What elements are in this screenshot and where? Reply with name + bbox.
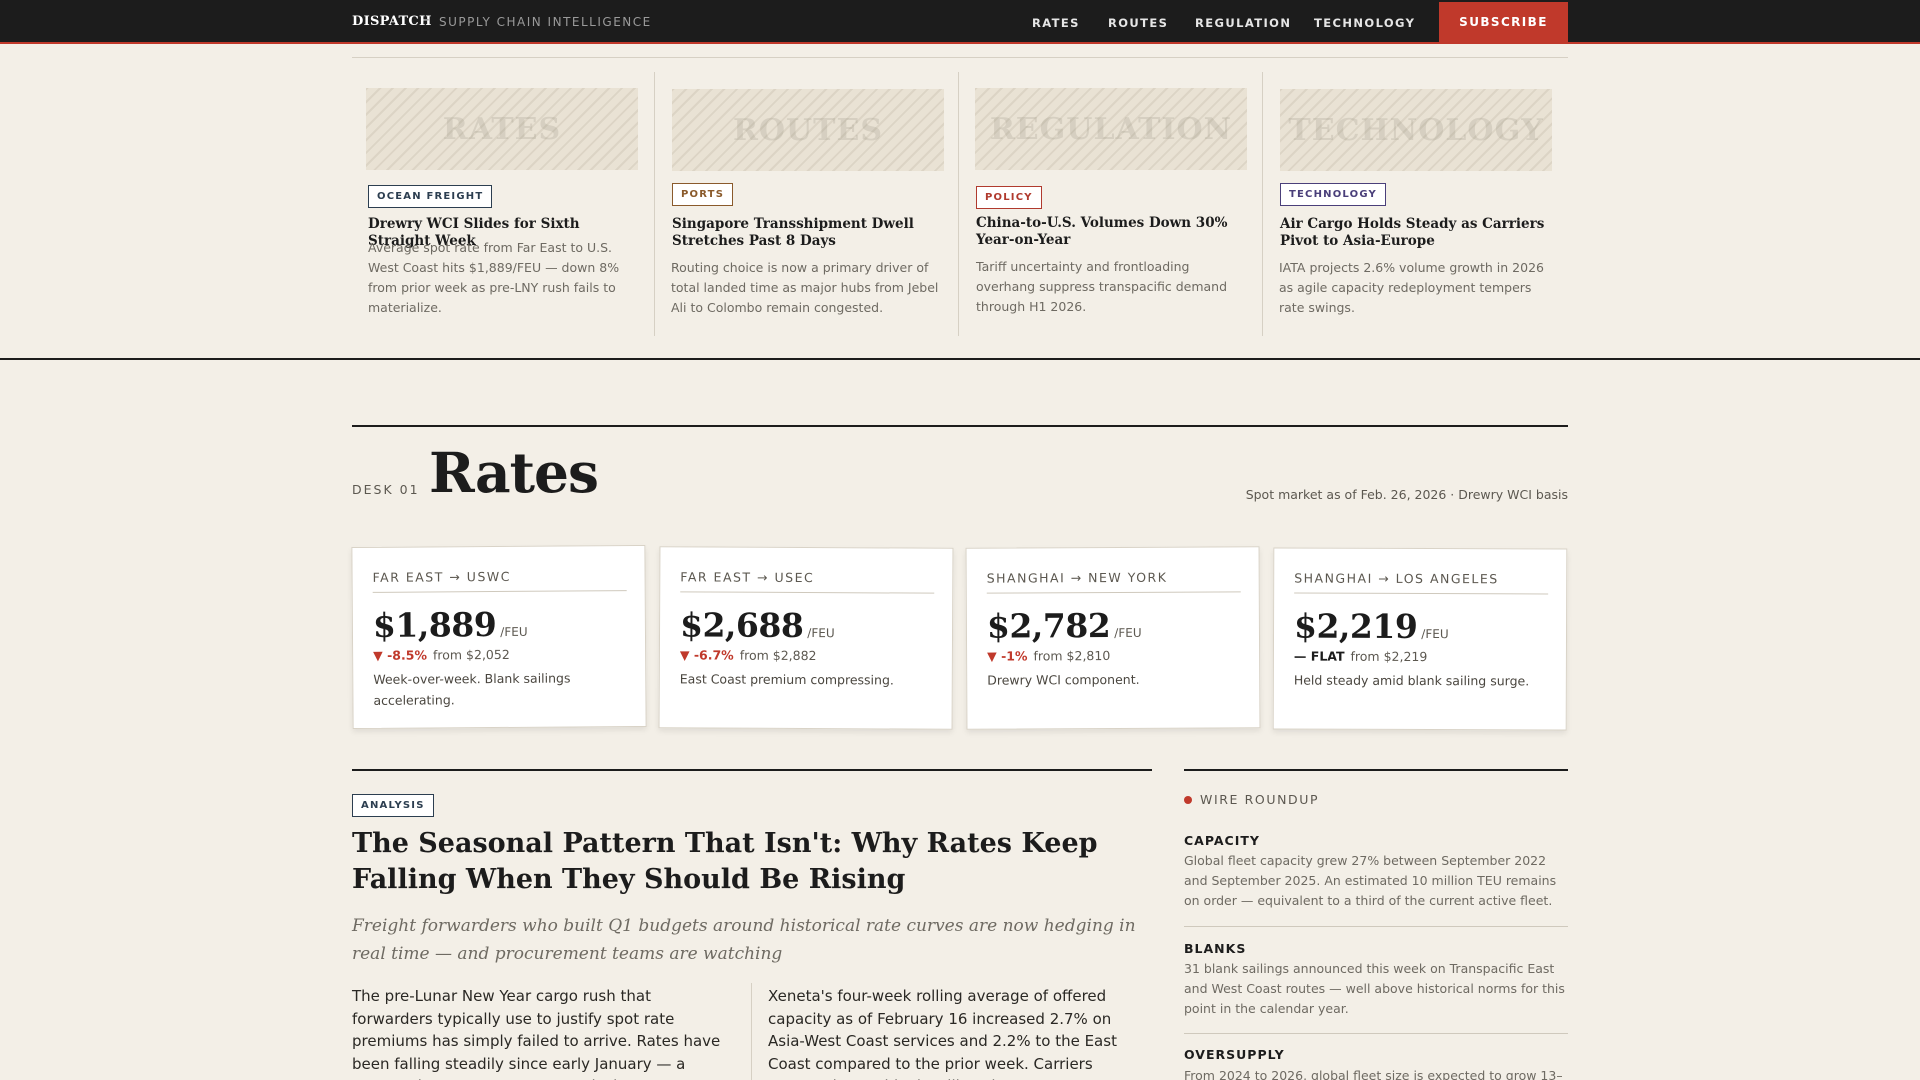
rate-change: ▼ -6.7% from $2,882 xyxy=(680,647,817,663)
rate-previous: from $2,810 xyxy=(1033,648,1111,664)
rate-card[interactable]: SHANGHAI → LOS ANGELES $2,219/FEU — FLAT… xyxy=(1272,547,1568,731)
wire-item-text: 31 blank sailings announced this week on… xyxy=(1184,961,1565,1016)
wire-item-text: From 2024 to 2026, global fleet size is … xyxy=(1184,1068,1563,1080)
wire-top-rule xyxy=(1184,769,1568,771)
wire-heading-label: WIRE ROUNDUP xyxy=(1200,792,1320,807)
rate-price-value: $1,889 xyxy=(372,605,497,645)
rate-price: $2,688/FEU xyxy=(680,605,835,645)
rate-delta: — FLAT xyxy=(1293,648,1345,664)
thumbnail-label: REGULATION xyxy=(989,111,1233,147)
rate-change: ▼ -1% from $2,810 xyxy=(987,648,1110,664)
brand-separator: · xyxy=(426,13,430,27)
rate-note: Week-over-week. Blank sailings accelerat… xyxy=(373,670,571,708)
rate-card[interactable]: FAR EAST → USWC $1,889/FEU ▼ -8.5% from $… xyxy=(351,544,647,730)
strip-top-rule xyxy=(352,57,1568,58)
rate-unit: /FEU xyxy=(807,626,835,641)
rate-delta: ▼ -8.5% xyxy=(373,647,428,663)
analysis-top-rule xyxy=(352,769,1152,771)
rate-previous: from $2,052 xyxy=(432,646,510,663)
story-summary: Routing choice is now a primary driver o… xyxy=(671,260,939,315)
desk-meta: Spot market as of Feb. 26, 2026 · Drewry… xyxy=(1245,487,1568,502)
thumbnail-regulation[interactable]: REGULATION xyxy=(975,88,1247,170)
rate-previous: from $2,882 xyxy=(739,647,817,664)
rate-note: Held steady amid blank sailing surge. xyxy=(1293,672,1530,689)
rate-route: FAR EAST → USWC xyxy=(372,568,512,585)
subscribe-button[interactable]: SUBSCRIBE xyxy=(1439,2,1568,42)
article-body-column-2: Xeneta's four-week rolling average of of… xyxy=(768,987,1117,1080)
analysis-tag[interactable]: ANALYSIS xyxy=(352,794,434,817)
rate-note: East Coast premium compressing. xyxy=(679,671,894,688)
thumbnail-technology[interactable]: TECHNOLOGY xyxy=(1280,89,1552,171)
rate-rule xyxy=(680,591,935,594)
thumbnail-label: RATES xyxy=(442,111,562,147)
analysis-dek: Freight forwarders who built Q1 budgets … xyxy=(352,916,1136,964)
rate-previous: from $2,219 xyxy=(1350,648,1428,665)
wire-item-title[interactable]: BLANKS xyxy=(1184,941,1246,956)
story-summary: Average spot rate from Far East to U.S. … xyxy=(368,240,620,315)
rate-route: FAR EAST → USEC xyxy=(680,569,815,586)
rate-route: SHANGHAI → NEW YORK xyxy=(986,569,1168,586)
rate-unit: /FEU xyxy=(500,624,528,639)
story-summary: IATA projects 2.6% volume growth in 2026… xyxy=(1279,260,1544,315)
rate-rule xyxy=(372,590,627,593)
desk-label: DESK 01 xyxy=(352,482,420,497)
thumbnail-label: TECHNOLOGY xyxy=(1288,112,1544,148)
wire-item-text: Global fleet capacity grew 27% between S… xyxy=(1184,853,1557,908)
rate-rule xyxy=(1294,592,1549,595)
rate-card[interactable]: SHANGHAI → NEW YORK $2,782/FEU ▼ -1% from… xyxy=(965,546,1261,730)
analysis-headline[interactable]: The Seasonal Pattern That Isn't: Why Rat… xyxy=(352,826,1152,898)
category-tag[interactable]: PORTS xyxy=(672,183,734,206)
rate-delta: ▼ -1% xyxy=(987,648,1028,664)
nav-link-regulation[interactable]: REGULATION xyxy=(1195,16,1291,30)
rate-unit: /FEU xyxy=(1421,627,1449,642)
rate-note: Drewry WCI component. xyxy=(987,671,1140,688)
wire-divider xyxy=(1184,1033,1568,1034)
nav-link-rates[interactable]: RATES xyxy=(1032,16,1080,30)
live-dot-icon xyxy=(1184,795,1192,804)
category-tag[interactable]: POLICY xyxy=(976,186,1042,209)
thumbnail-rates[interactable]: RATES xyxy=(366,88,638,170)
rate-card[interactable]: FAR EAST → USEC $2,688/FEU ▼ -6.7% from $… xyxy=(658,546,954,730)
wire-divider xyxy=(1184,926,1568,927)
column-divider xyxy=(654,72,655,336)
rate-price-value: $2,782 xyxy=(986,606,1111,646)
story-summary: Tariff uncertainty and frontloading over… xyxy=(976,259,1228,314)
rate-price-value: $2,688 xyxy=(679,605,804,645)
category-tag[interactable]: TECHNOLOGY xyxy=(1280,183,1386,206)
category-tag[interactable]: OCEAN FREIGHT xyxy=(368,185,493,208)
rate-price-value: $2,219 xyxy=(1293,606,1418,646)
top-nav: DISPATCH · SUPPLY CHAIN INTELLIGENCE RAT… xyxy=(0,0,1920,44)
nav-link-technology[interactable]: TECHNOLOGY xyxy=(1314,16,1415,30)
desk-top-rule xyxy=(352,425,1568,427)
nav-link-routes[interactable]: ROUTES xyxy=(1108,16,1168,30)
rate-rule xyxy=(986,591,1241,594)
rate-delta: ▼ -6.7% xyxy=(679,647,734,663)
wire-item-title[interactable]: OVERSUPPLY xyxy=(1184,1047,1285,1062)
rate-price: $1,889/FEU xyxy=(373,605,528,645)
wire-heading: WIRE ROUNDUP xyxy=(1184,792,1319,807)
brand-tagline: SUPPLY CHAIN INTELLIGENCE xyxy=(439,15,652,29)
section-divider xyxy=(0,358,1920,360)
column-divider xyxy=(1262,72,1263,336)
rate-price: $2,219/FEU xyxy=(1294,607,1449,647)
column-divider xyxy=(958,72,959,336)
rate-unit: /FEU xyxy=(1114,625,1142,640)
article-body-column-1: The pre-Lunar New Year cargo rush that f… xyxy=(352,987,721,1080)
story-title[interactable]: Singapore Transshipment Dwell Stretches … xyxy=(672,216,947,250)
thumbnail-label: ROUTES xyxy=(732,112,884,148)
thumbnail-routes[interactable]: ROUTES xyxy=(672,89,944,171)
rate-change: ▼ -8.5% from $2,052 xyxy=(373,647,510,663)
brand-logo[interactable]: DISPATCH xyxy=(352,14,432,29)
story-title[interactable]: China-to-U.S. Volumes Down 30% Year-on-Y… xyxy=(976,215,1251,249)
wire-item-title[interactable]: CAPACITY xyxy=(1184,833,1260,848)
rate-change: — FLAT from $2,219 xyxy=(1294,649,1427,664)
desk-title: Rates xyxy=(429,440,599,505)
rate-price: $2,782/FEU xyxy=(987,606,1142,646)
story-title[interactable]: Air Cargo Holds Steady as Carriers Pivot… xyxy=(1280,216,1555,250)
rate-route: SHANGHAI → LOS ANGELES xyxy=(1294,570,1499,587)
column-divider xyxy=(751,983,752,1080)
